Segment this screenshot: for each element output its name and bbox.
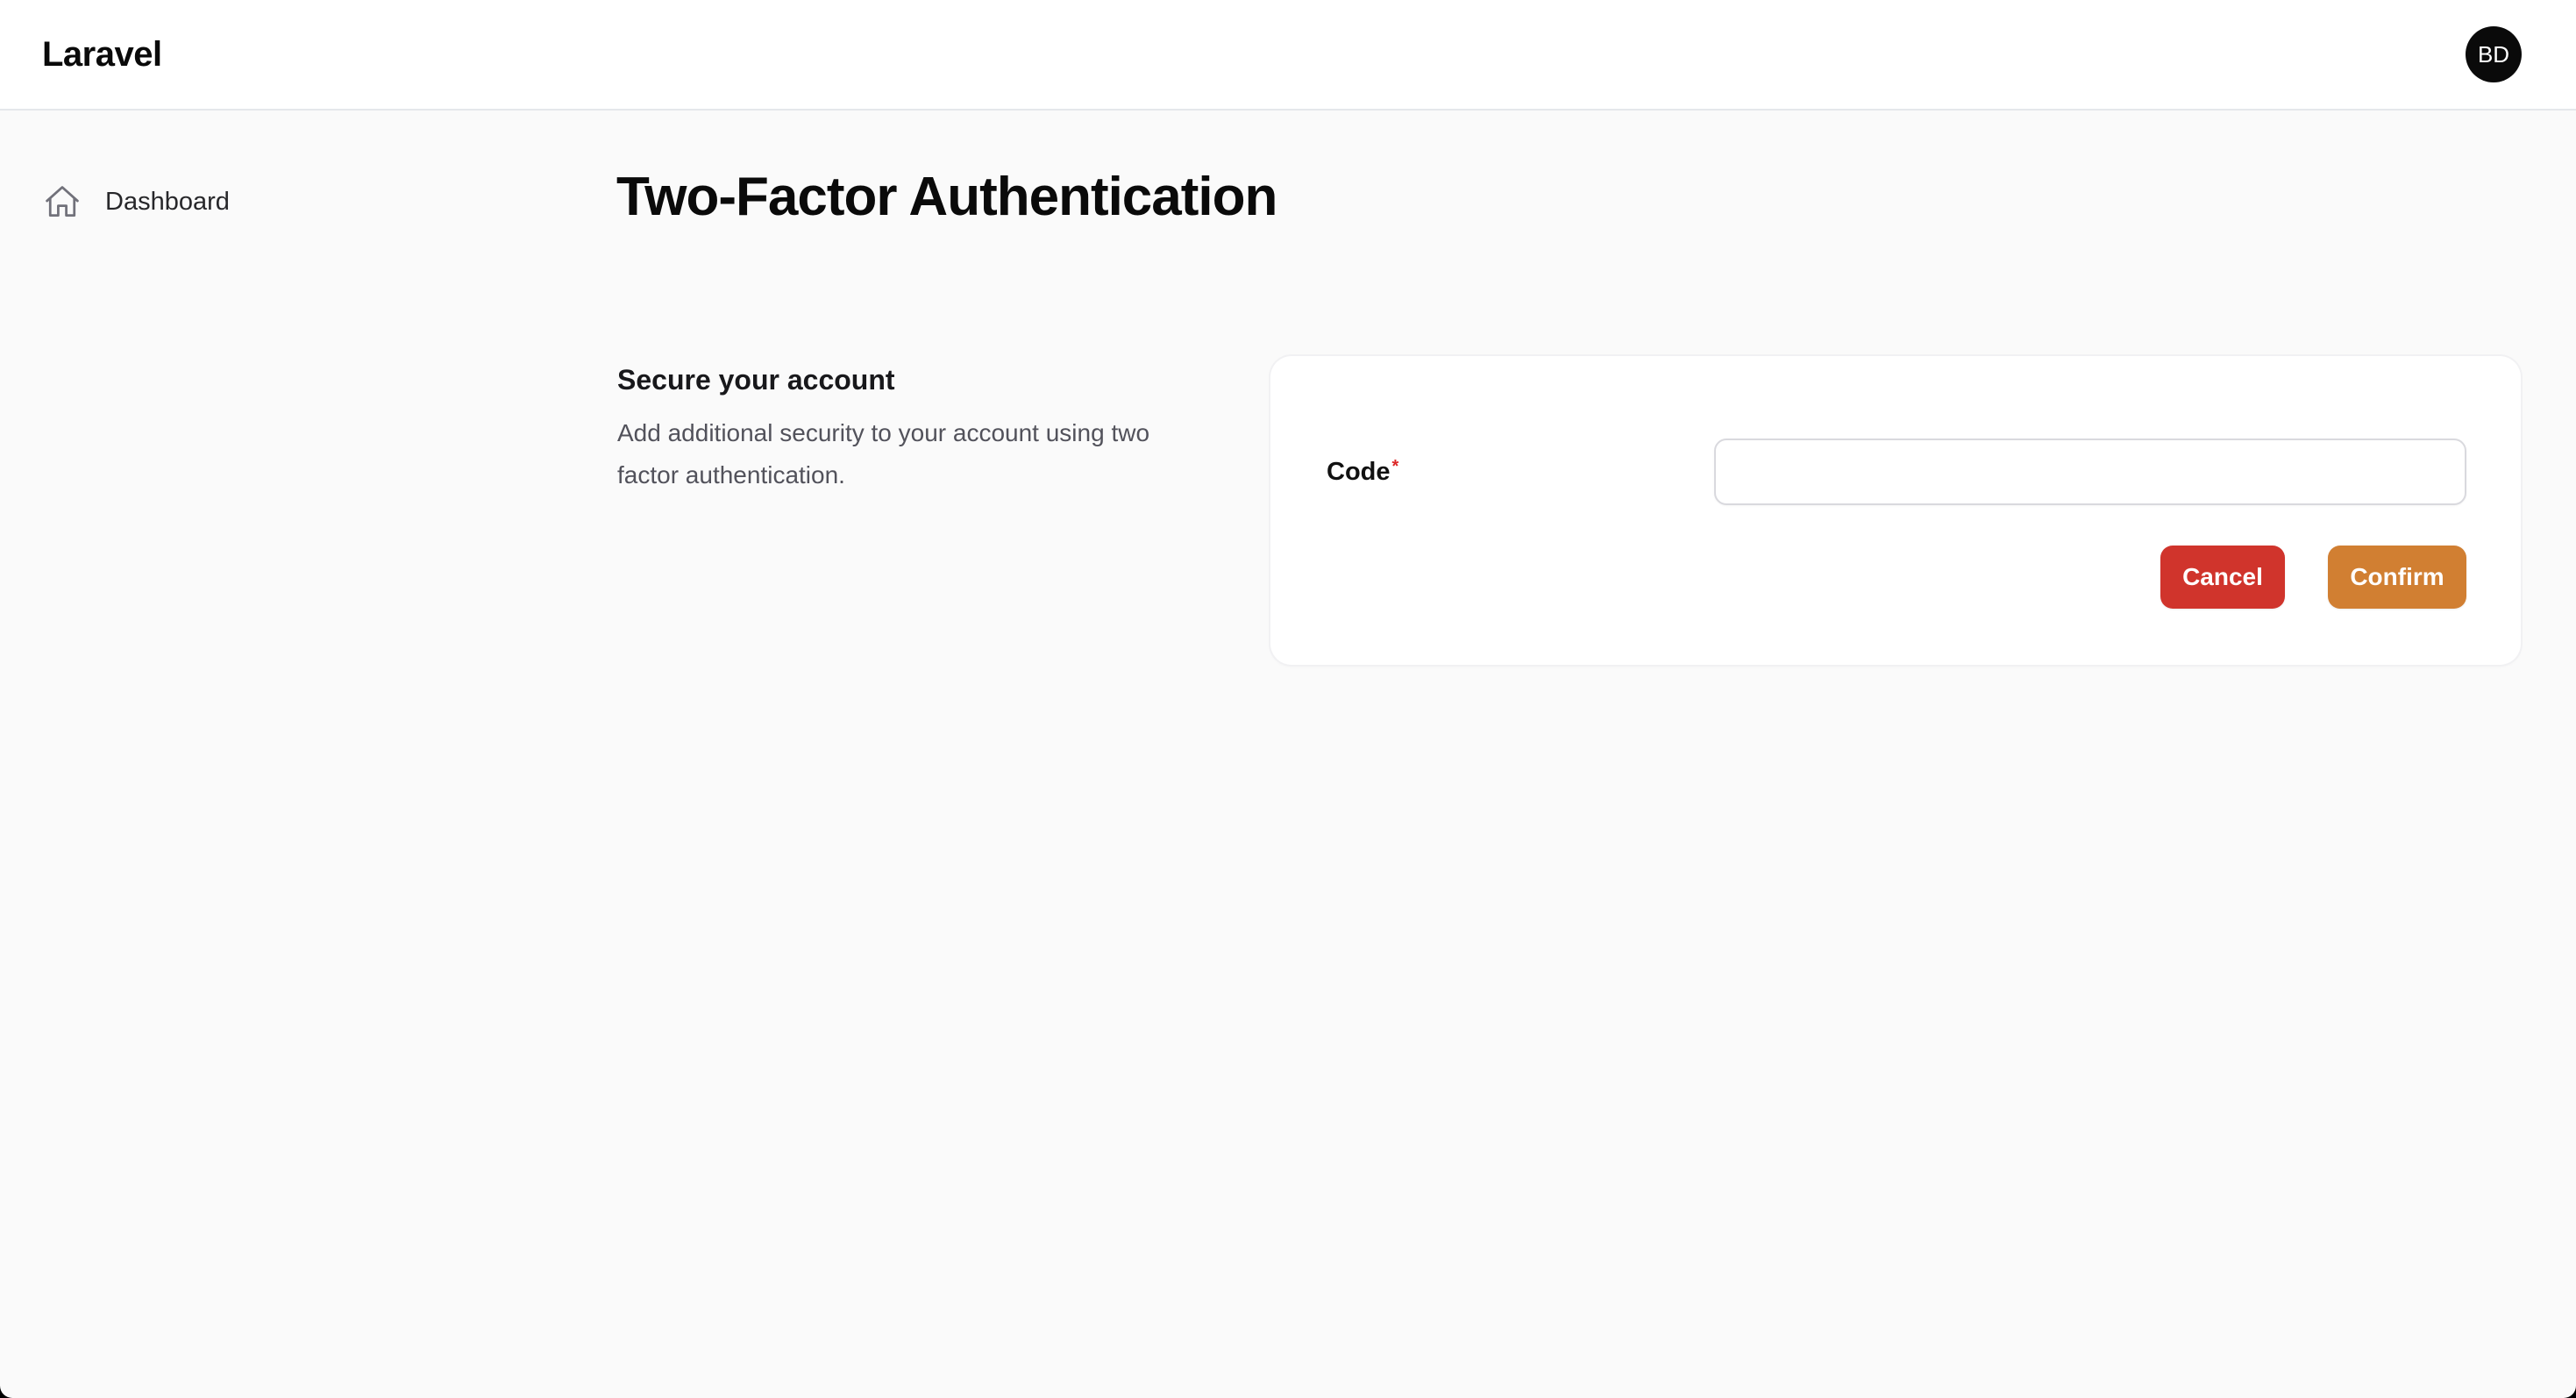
app-screen: Laravel BD Dashboard Two-Factor Authenti… [0,0,2576,1398]
home-icon [42,182,82,222]
brand-logo[interactable]: Laravel [42,32,162,77]
section-title: Secure your account [617,364,895,396]
code-label-text: Code [1327,458,1391,486]
required-marker: * [1391,457,1399,476]
code-input[interactable] [1714,439,2466,505]
confirm-button[interactable]: Confirm [2328,546,2466,609]
user-avatar[interactable]: BD [2466,26,2522,82]
sidebar-item-dashboard[interactable]: Dashboard [42,177,230,226]
two-factor-form-card: Code * Cancel Confirm [1270,356,2521,665]
top-bar: Laravel BD [0,0,2576,111]
cancel-button[interactable]: Cancel [2160,546,2285,609]
code-field-label: Code * [1327,454,1398,489]
sidebar-item-label: Dashboard [105,187,230,216]
page-title: Two-Factor Authentication [616,167,1277,227]
section-description: Add additional security to your account … [617,419,1150,489]
